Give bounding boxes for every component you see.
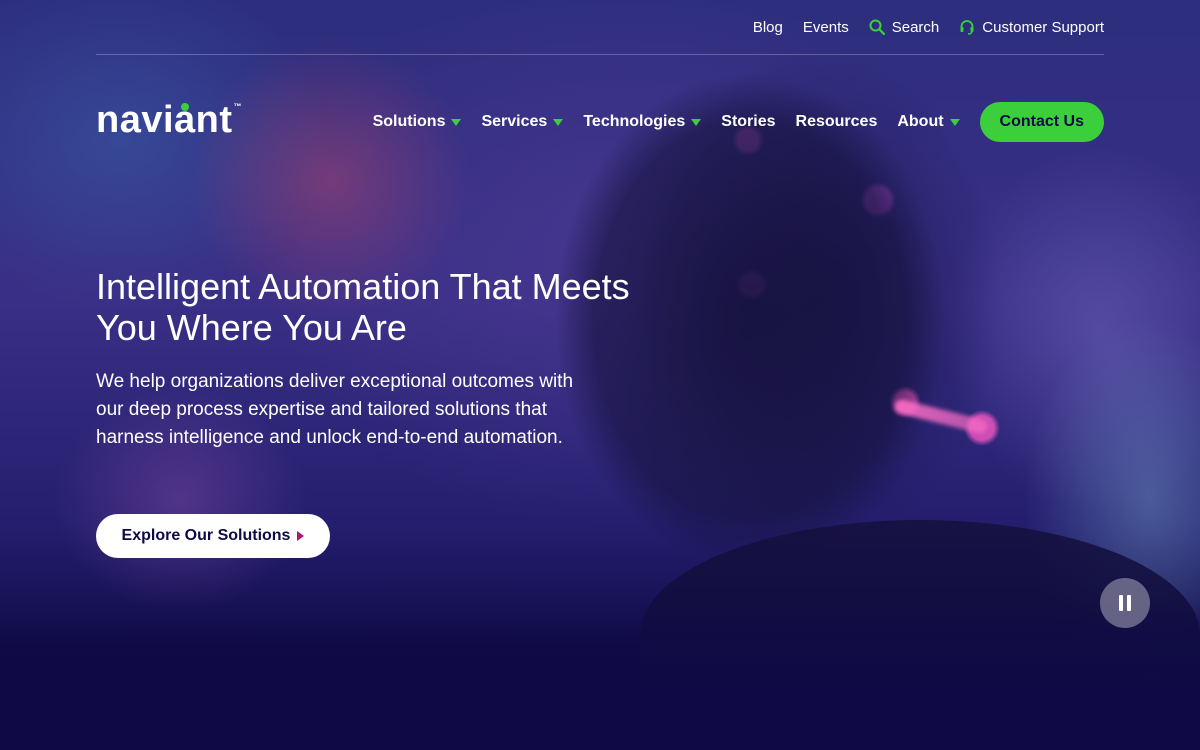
pause-icon [1119, 595, 1123, 611]
naviant-logo[interactable]: naviant™ [96, 100, 242, 140]
utility-nav: Blog Events Search Customer Support [96, 0, 1104, 55]
pause-video-button[interactable] [1100, 578, 1150, 628]
nav-item-solutions-label: Solutions [372, 113, 446, 130]
search-link-label: Search [891, 18, 940, 36]
chevron-down-icon [949, 118, 960, 126]
blog-link[interactable]: Blog [753, 19, 783, 36]
hero-description: We help organizations deliver exceptiona… [96, 371, 574, 448]
nav-item-solutions[interactable]: Solutions [373, 113, 462, 131]
nav-item-services-label: Services [481, 113, 548, 130]
contact-us-button[interactable]: Contact Us [979, 102, 1104, 142]
customer-support-link[interactable]: Customer Support [959, 19, 1104, 36]
logo-wordmark: naviant [96, 99, 233, 141]
nav-item-services[interactable]: Services [481, 113, 564, 131]
search-link[interactable]: Search [869, 18, 940, 36]
chevron-down-icon [553, 118, 564, 126]
nav-item-about[interactable]: About [897, 113, 960, 131]
chevron-down-icon [451, 118, 462, 126]
nav-item-technologies-label: Technologies [583, 113, 686, 130]
explore-solutions-label: Explore Our Solutions [121, 527, 291, 544]
nav-item-stories[interactable]: Stories [721, 113, 775, 131]
pause-icon-bar [1127, 595, 1131, 611]
nav-item-resources-label: Resources [795, 113, 878, 130]
nav-item-stories-label: Stories [721, 113, 776, 130]
arrow-right-icon [297, 531, 305, 541]
chevron-down-icon [691, 118, 702, 126]
nav-item-technologies[interactable]: Technologies [583, 113, 702, 131]
hero-bottom-fade [0, 600, 1200, 750]
blog-link-label: Blog [752, 18, 783, 36]
customer-support-label: Customer Support [982, 18, 1104, 36]
headset-icon [960, 20, 974, 35]
logo-trademark: ™ [233, 102, 243, 111]
logo-dot [181, 103, 189, 111]
events-link-label: Events [802, 18, 849, 36]
hero-title: Intelligent Automation That Meets You Wh… [96, 266, 630, 348]
nav-item-resources[interactable]: Resources [796, 113, 878, 131]
main-nav: naviant™ Solutions Services Technologies… [96, 100, 1104, 142]
search-icon [869, 19, 885, 35]
explore-solutions-button[interactable]: Explore Our Solutions [96, 514, 330, 558]
nav-item-about-label: About [897, 113, 944, 130]
nav-items: Solutions Services Technologies Stories … [373, 102, 1104, 142]
events-link[interactable]: Events [803, 19, 849, 36]
